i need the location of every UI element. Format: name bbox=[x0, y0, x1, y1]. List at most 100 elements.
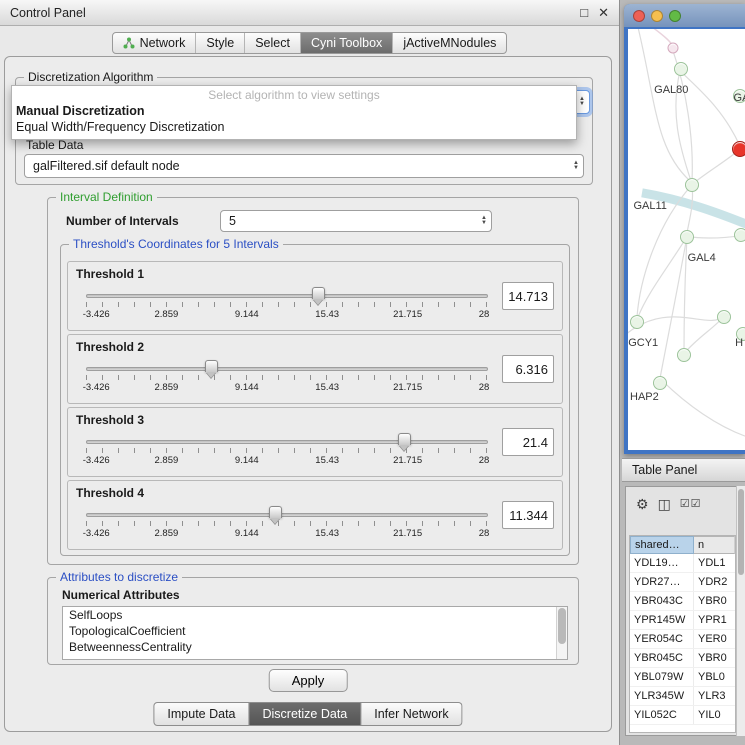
threshold-label: Threshold 2 bbox=[76, 340, 144, 354]
slider-scale-label: -3.426 bbox=[83, 455, 110, 466]
stepper-icon: ▲▼ bbox=[573, 161, 579, 171]
minimize-icon[interactable]: □ bbox=[580, 5, 588, 21]
table-row[interactable]: YIL052CYIL0 bbox=[630, 706, 735, 725]
tab-cyni-toolbox[interactable]: Cyni Toolbox bbox=[300, 33, 392, 53]
tab-network[interactable]: Network bbox=[113, 33, 196, 53]
threshold-slider[interactable]: -3.4262.8599.14415.4321.71528 bbox=[86, 505, 488, 547]
network-node[interactable] bbox=[717, 310, 731, 324]
network-node[interactable] bbox=[680, 230, 694, 244]
popup-option-equal-width-frequency[interactable]: Equal Width/Frequency Discretization bbox=[12, 119, 576, 135]
slider-thumb[interactable] bbox=[312, 287, 325, 299]
zoom-traffic-light-icon[interactable] bbox=[669, 10, 681, 22]
threshold-slider[interactable]: -3.4262.8599.14415.4321.71528 bbox=[86, 359, 488, 401]
list-item[interactable]: SelfLoops bbox=[63, 607, 567, 623]
table-data-combo[interactable]: galFiltered.sif default node ▲▼ bbox=[24, 154, 584, 178]
close-traffic-light-icon[interactable] bbox=[633, 10, 645, 22]
window-buttons: □ ✕ bbox=[580, 5, 609, 21]
slider-thumb[interactable] bbox=[205, 360, 218, 372]
table-cell: YDR2 bbox=[694, 573, 735, 591]
control-panel-titlebar[interactable]: Control Panel □ ✕ bbox=[0, 0, 619, 26]
network-node[interactable] bbox=[674, 62, 688, 76]
table-row[interactable]: YBR045CYBR0 bbox=[630, 649, 735, 668]
list-item[interactable]: TopologicalCoefficient bbox=[63, 623, 567, 639]
slider-scale-label: 21.715 bbox=[393, 528, 422, 539]
slider-track[interactable] bbox=[86, 294, 488, 298]
list-scrollbar-thumb[interactable] bbox=[558, 608, 566, 644]
numerical-attributes-list[interactable]: SelfLoops TopologicalCoefficient Between… bbox=[62, 606, 568, 660]
column-header-shared-name[interactable]: shared… bbox=[630, 536, 694, 554]
network-node[interactable] bbox=[734, 228, 745, 242]
window-titlebar[interactable] bbox=[624, 4, 745, 27]
apply-button[interactable]: Apply bbox=[269, 669, 348, 692]
table-cell: YER0 bbox=[694, 630, 735, 648]
cyni-toolbox-panel: Discretization Algorithm ▲▼ Table Data g… bbox=[4, 56, 612, 732]
table-cell: YBL0 bbox=[694, 668, 735, 686]
attributes-to-discretize-group: Attributes to discretize Numerical Attri… bbox=[47, 577, 579, 665]
select-columns-icon[interactable]: ☑☑ bbox=[680, 497, 702, 511]
network-node[interactable] bbox=[732, 141, 745, 157]
tab-label: Network bbox=[140, 36, 186, 50]
table-row[interactable]: YBL079WYBL0 bbox=[630, 668, 735, 687]
table-row[interactable]: YPR145WYPR1 bbox=[630, 611, 735, 630]
minimize-traffic-light-icon[interactable] bbox=[651, 10, 663, 22]
list-item[interactable]: BetweennessCentrality bbox=[63, 639, 567, 655]
threshold-value-field[interactable]: 14.713 bbox=[502, 282, 554, 310]
slider-track[interactable] bbox=[86, 367, 488, 371]
slider-scale-label: -3.426 bbox=[83, 382, 110, 393]
table-cell: YDL19… bbox=[630, 554, 694, 572]
list-scrollbar[interactable] bbox=[556, 607, 567, 659]
columns-icon[interactable]: ◫ bbox=[658, 497, 671, 511]
slider-scale-label: 9.144 bbox=[235, 528, 259, 539]
tab-select[interactable]: Select bbox=[244, 33, 300, 53]
table-row[interactable]: YBR043CYBR0 bbox=[630, 592, 735, 611]
table-panel-window: ⚙ ◫ ☑☑ shared… n YDL19…YDL1YDR27…YDR2YBR… bbox=[625, 486, 745, 736]
network-node[interactable] bbox=[630, 315, 644, 329]
table-scrollbar[interactable] bbox=[736, 486, 745, 736]
popup-option-manual-discretization[interactable]: Manual Discretization bbox=[12, 103, 576, 119]
group-title: Interval Definition bbox=[56, 190, 157, 204]
table-row[interactable]: YDL19…YDL1 bbox=[630, 554, 735, 573]
slider-scale-label: 9.144 bbox=[235, 455, 259, 466]
slider-track[interactable] bbox=[86, 513, 488, 517]
tab-label: Style bbox=[206, 36, 234, 50]
table-scrollbar-thumb[interactable] bbox=[738, 489, 744, 575]
threshold-slider[interactable]: -3.4262.8599.14415.4321.71528 bbox=[86, 286, 488, 328]
tab-style[interactable]: Style bbox=[195, 33, 244, 53]
tab-infer-network[interactable]: Infer Network bbox=[361, 702, 462, 726]
table-row[interactable]: YLR345WYLR3 bbox=[630, 687, 735, 706]
slider-scale-label: 9.144 bbox=[235, 309, 259, 320]
table-row[interactable]: YDR27…YDR2 bbox=[630, 573, 735, 592]
threshold-value-field[interactable]: 6.316 bbox=[502, 355, 554, 383]
network-node[interactable] bbox=[653, 376, 667, 390]
thresholds-group: Threshold's Coordinates for 5 Intervals … bbox=[60, 244, 570, 556]
threshold-slider[interactable]: -3.4262.8599.14415.4321.71528 bbox=[86, 432, 488, 474]
network-node[interactable] bbox=[668, 42, 679, 53]
slider-scale-label: 21.715 bbox=[393, 382, 422, 393]
slider-thumb[interactable] bbox=[269, 506, 282, 518]
column-header-name[interactable]: n bbox=[694, 536, 735, 554]
threshold-value-field[interactable]: 21.4 bbox=[502, 428, 554, 456]
tab-jactivemnodules[interactable]: jActiveMNodules bbox=[392, 33, 506, 53]
table-panel-titlebar[interactable]: Table Panel bbox=[622, 458, 745, 482]
close-icon[interactable]: ✕ bbox=[598, 5, 609, 21]
network-node-label: GAL4 bbox=[688, 252, 716, 264]
num-intervals-combo[interactable]: 5 ▲▼ bbox=[220, 210, 492, 232]
table-cell: YBR043C bbox=[630, 592, 694, 610]
tab-discretize-data[interactable]: Discretize Data bbox=[250, 702, 362, 726]
network-canvas[interactable]: GAL80GAGAL11GAL4GCY1HHAP2 bbox=[628, 29, 745, 450]
network-node-label: GCY1 bbox=[628, 337, 658, 349]
slider-thumb[interactable] bbox=[398, 433, 411, 445]
slider-scale-label: 28 bbox=[479, 455, 490, 466]
gear-icon[interactable]: ⚙ bbox=[636, 497, 649, 511]
slider-scale-label: 15.43 bbox=[315, 528, 339, 539]
slider-scale-label: -3.426 bbox=[83, 309, 110, 320]
network-node[interactable] bbox=[685, 178, 699, 192]
slider-track[interactable] bbox=[86, 440, 488, 444]
table-row[interactable]: YER054CYER0 bbox=[630, 630, 735, 649]
tab-impute-data[interactable]: Impute Data bbox=[153, 702, 249, 726]
tab-strip: Network Style Select Cyni Toolbox jActiv… bbox=[0, 31, 619, 55]
threshold-value-field[interactable]: 11.344 bbox=[502, 501, 554, 529]
network-node[interactable] bbox=[677, 348, 691, 362]
slider-ticks bbox=[86, 521, 487, 526]
network-node-label: GAL11 bbox=[634, 200, 667, 212]
